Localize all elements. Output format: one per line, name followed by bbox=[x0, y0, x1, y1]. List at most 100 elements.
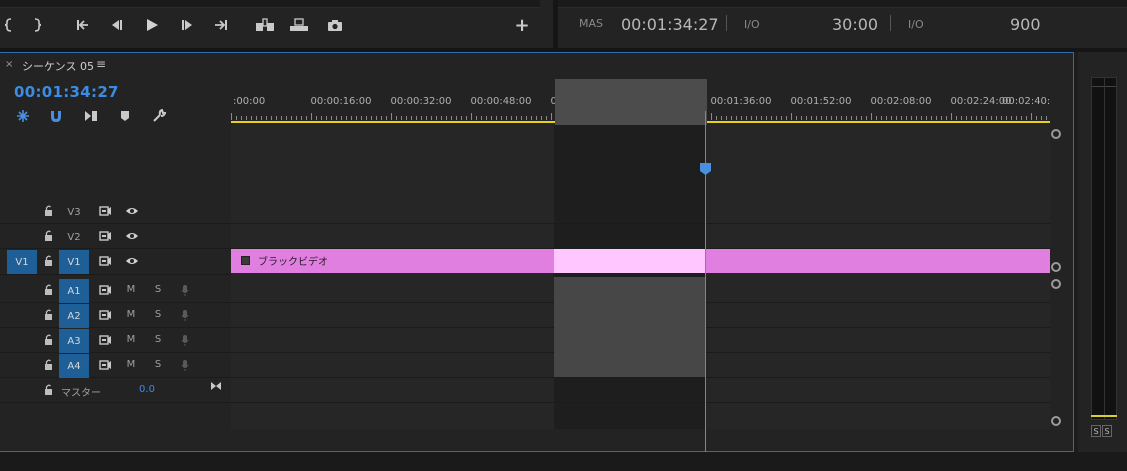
mute-button[interactable]: M bbox=[124, 359, 138, 370]
lock-icon[interactable] bbox=[42, 205, 54, 216]
playhead-marker-icon[interactable] bbox=[700, 163, 711, 175]
microphone-icon[interactable] bbox=[178, 359, 192, 372]
track-header-a1: A1 M S bbox=[0, 279, 231, 303]
solo-button[interactable]: S bbox=[151, 284, 165, 295]
wrench-icon[interactable] bbox=[151, 109, 167, 123]
source-patch-v1[interactable]: V1 bbox=[7, 250, 37, 274]
lock-icon[interactable] bbox=[42, 230, 54, 241]
lock-icon[interactable] bbox=[42, 384, 54, 395]
sync-lock-icon[interactable] bbox=[98, 285, 112, 295]
linked-selection-icon[interactable] bbox=[83, 109, 99, 123]
track-target-a3[interactable]: A3 bbox=[59, 329, 89, 353]
sync-lock-icon[interactable] bbox=[98, 256, 112, 266]
microphone-icon[interactable] bbox=[178, 284, 192, 297]
play-icon[interactable] bbox=[142, 15, 162, 35]
camera-icon[interactable] bbox=[325, 15, 345, 35]
zoom-handle-bottom[interactable] bbox=[1051, 416, 1061, 426]
master-label: MAS bbox=[579, 17, 603, 30]
nest-icon[interactable] bbox=[15, 109, 31, 123]
overwrite-icon[interactable] bbox=[288, 15, 310, 35]
solo-button[interactable]: S bbox=[151, 334, 165, 345]
button-editor-button[interactable]: + bbox=[512, 15, 532, 36]
mute-button[interactable]: M bbox=[124, 334, 138, 345]
mark-in-icon[interactable] bbox=[2, 15, 16, 35]
sync-lock-icon[interactable] bbox=[98, 310, 112, 320]
lock-icon[interactable] bbox=[42, 255, 54, 266]
master-track-label: マスター bbox=[61, 388, 101, 399]
in-out-range-ruler bbox=[555, 79, 707, 125]
zoom-handle-bottom[interactable] bbox=[1051, 262, 1061, 272]
track-header-a4: A4 M S bbox=[0, 354, 231, 378]
track-header-a2: A2 M S bbox=[0, 304, 231, 328]
eye-icon[interactable] bbox=[124, 231, 140, 241]
step-forward-icon[interactable] bbox=[178, 15, 196, 35]
meter-body bbox=[1091, 77, 1117, 420]
track-target-v3[interactable]: V3 bbox=[59, 200, 89, 224]
program-timecode[interactable]: 00:01:34:27 bbox=[621, 15, 719, 34]
microphone-icon[interactable] bbox=[178, 334, 192, 347]
solo-right-button[interactable]: S bbox=[1102, 425, 1112, 437]
lock-icon[interactable] bbox=[42, 309, 54, 320]
insert-icon[interactable] bbox=[254, 15, 276, 35]
ruler-label: 00:01:36:00 bbox=[710, 96, 772, 107]
solo-button[interactable]: S bbox=[151, 359, 165, 370]
sync-lock-icon[interactable] bbox=[98, 360, 112, 370]
transport-bar: + bbox=[0, 0, 553, 48]
snap-icon[interactable] bbox=[48, 109, 64, 123]
track-target-v2[interactable]: V2 bbox=[59, 225, 89, 249]
ruler-label: 00:02:40: bbox=[1002, 96, 1051, 107]
audio-in-out-range bbox=[554, 277, 706, 377]
track-header-master: マスター 0.0 bbox=[0, 379, 231, 403]
master-volume-value[interactable]: 0.0 bbox=[137, 384, 157, 395]
track-target-a1[interactable]: A1 bbox=[59, 279, 89, 303]
track-lane-v3[interactable] bbox=[231, 200, 1050, 224]
mute-button[interactable]: M bbox=[124, 284, 138, 295]
ruler-label: 00:00:48:00 bbox=[470, 96, 532, 107]
sequence-tab[interactable]: シーケンス 05 bbox=[22, 58, 94, 74]
sync-lock-icon[interactable] bbox=[98, 206, 112, 216]
meter-level bbox=[1091, 415, 1117, 417]
microphone-icon[interactable] bbox=[178, 309, 192, 322]
mute-button[interactable]: M bbox=[124, 309, 138, 320]
fx-badge-icon bbox=[241, 256, 250, 265]
solo-button[interactable]: S bbox=[151, 309, 165, 320]
vertical-zoom-bar[interactable] bbox=[1050, 125, 1064, 429]
close-tab-icon[interactable]: × bbox=[5, 59, 13, 70]
master-go-to-icon[interactable] bbox=[209, 381, 223, 391]
eye-icon[interactable] bbox=[124, 206, 140, 216]
io-label: I/O bbox=[744, 18, 760, 31]
program-monitor-bar: MAS 00:01:34:27 I/O 30:00 I/O 900 bbox=[558, 0, 1127, 48]
timeline-timecode[interactable]: 00:01:34:27 bbox=[14, 83, 119, 101]
track-target-a2[interactable]: A2 bbox=[59, 304, 89, 328]
lock-icon[interactable] bbox=[42, 334, 54, 345]
program-monitor-edge bbox=[558, 0, 1127, 8]
black-video-clip-in-range[interactable] bbox=[554, 249, 706, 273]
sync-lock-icon[interactable] bbox=[98, 335, 112, 345]
mark-out-icon[interactable] bbox=[30, 15, 44, 35]
ruler-label: :00:00 bbox=[233, 96, 266, 107]
bottom-edge bbox=[0, 452, 1127, 471]
lock-icon[interactable] bbox=[42, 359, 54, 370]
eye-icon[interactable] bbox=[124, 256, 140, 266]
track-lane-v2[interactable] bbox=[231, 225, 1050, 249]
divider bbox=[726, 15, 727, 31]
track-lane-master[interactable] bbox=[231, 379, 1050, 403]
divider bbox=[890, 15, 891, 31]
sync-lock-icon[interactable] bbox=[98, 231, 112, 241]
track-header-v3: V3 bbox=[0, 200, 231, 224]
go-to-in-icon[interactable] bbox=[74, 15, 92, 35]
add-marker-icon[interactable] bbox=[117, 109, 133, 123]
io-label: I/O bbox=[908, 18, 924, 31]
ruler-label: 00:02:08:00 bbox=[870, 96, 932, 107]
panel-menu-icon[interactable]: ≡ bbox=[96, 57, 106, 71]
go-to-out-icon[interactable] bbox=[211, 15, 231, 35]
step-back-icon[interactable] bbox=[108, 15, 126, 35]
track-target-v1[interactable]: V1 bbox=[59, 250, 89, 274]
audio-meter: S S bbox=[1078, 52, 1127, 452]
zoom-handle-top[interactable] bbox=[1051, 279, 1061, 289]
solo-left-button[interactable]: S bbox=[1091, 425, 1101, 437]
zoom-handle-top[interactable] bbox=[1051, 129, 1061, 139]
track-area[interactable]: ブラックビデオ bbox=[231, 125, 1050, 429]
lock-icon[interactable] bbox=[42, 284, 54, 295]
track-target-a4[interactable]: A4 bbox=[59, 354, 89, 378]
